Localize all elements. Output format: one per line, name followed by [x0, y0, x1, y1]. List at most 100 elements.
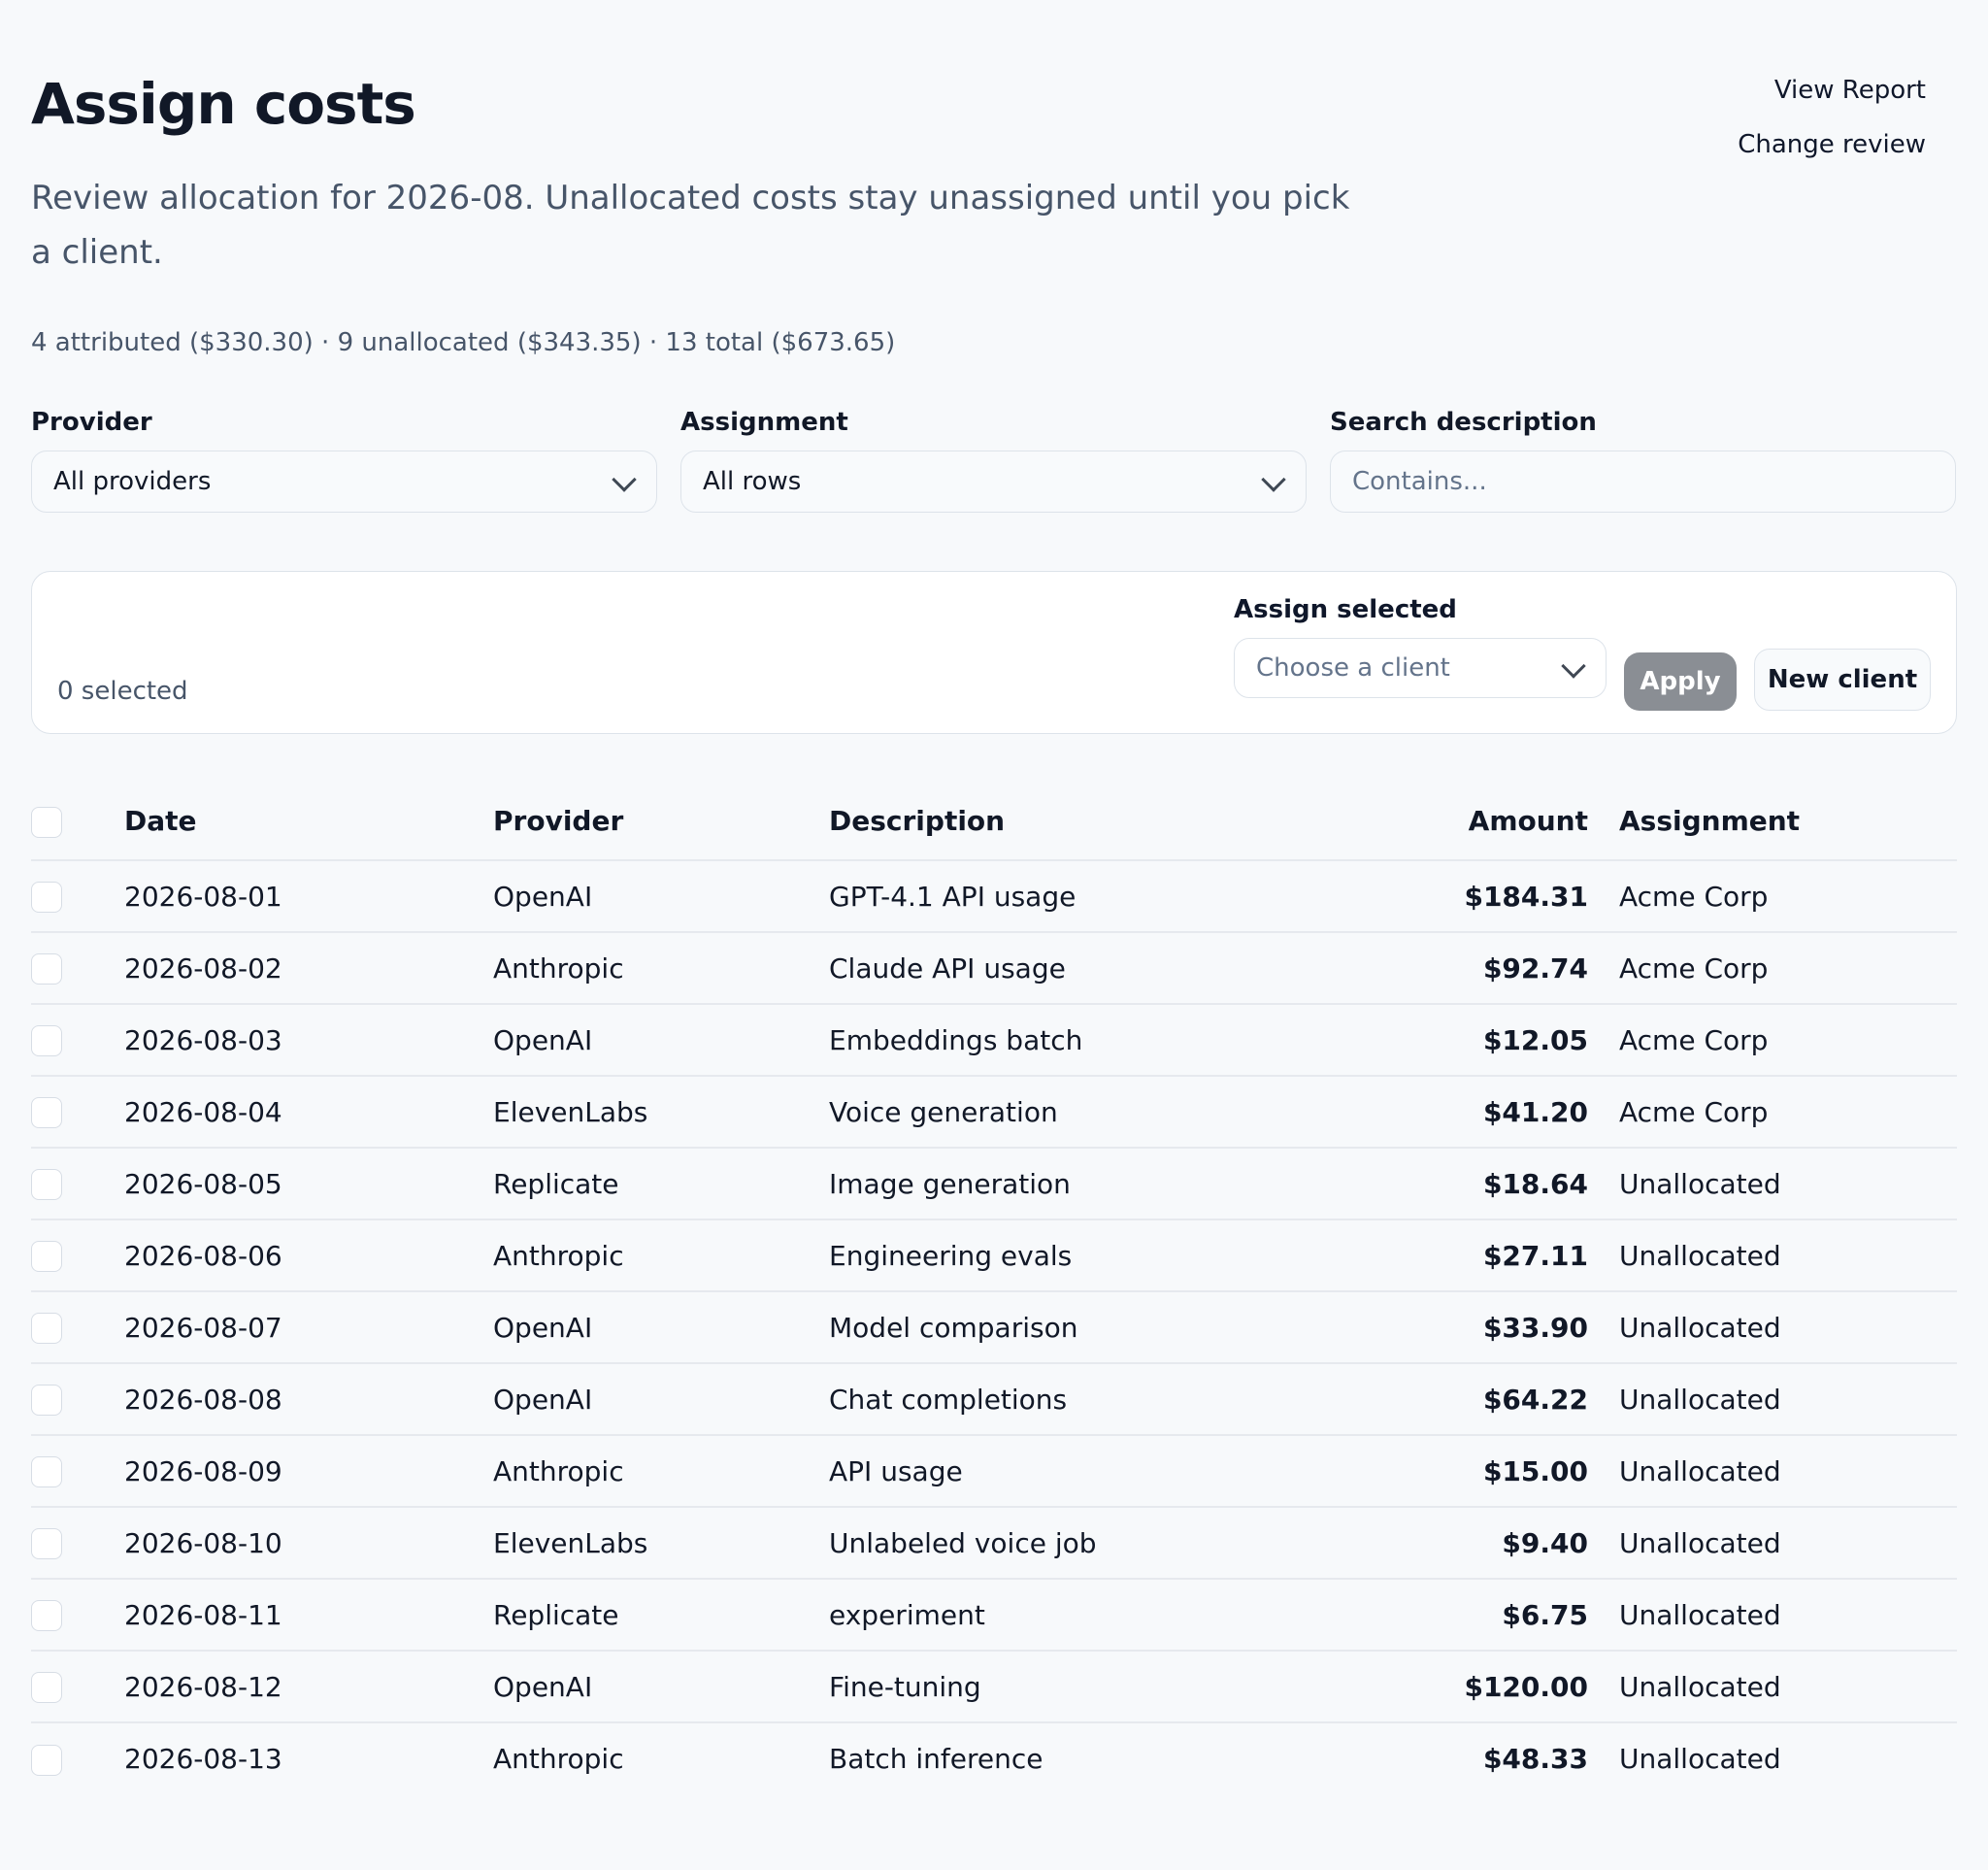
select-all-header	[31, 783, 124, 861]
row-provider: Anthropic	[493, 1743, 624, 1775]
row-amount: $9.40	[1285, 1507, 1619, 1580]
select-all-checkbox[interactable]	[31, 806, 62, 838]
table-row[interactable]: 2026-08-02 Anthropic Claude API usage $9…	[31, 932, 1957, 1005]
row-date: 2026-08-10	[124, 1507, 493, 1580]
table-row[interactable]: 2026-08-13 Anthropic Batch inference $48…	[31, 1722, 1957, 1794]
row-description: Claude API usage	[829, 932, 1285, 1005]
assignment-column-header[interactable]: Assignment	[1619, 783, 1957, 861]
row-date: 2026-08-07	[124, 1291, 493, 1364]
row-provider: ElevenLabs	[493, 1507, 829, 1580]
assign-selected-label: Assign selected	[1234, 595, 1457, 624]
amount-column-header[interactable]: Amount	[1285, 783, 1619, 861]
row-assignment: Unallocated	[1619, 1363, 1957, 1436]
row-provider: ElevenLabs	[493, 1076, 829, 1149]
row-amount: $41.20	[1285, 1076, 1619, 1149]
row-checkbox[interactable]	[31, 1025, 62, 1056]
row-date: 2026-08-03	[124, 1004, 493, 1077]
row-checkbox[interactable]	[31, 1600, 62, 1631]
row-provider: OpenAI	[493, 1363, 829, 1436]
row-checkbox-cell	[31, 1004, 124, 1077]
row-date: 2026-08-06	[124, 1219, 493, 1292]
row-description: Fine-tuning	[829, 1651, 1285, 1723]
row-date: 2026-08-09	[124, 1435, 493, 1508]
row-amount: $15.00	[1285, 1435, 1619, 1508]
row-date: 2026-08-01	[124, 860, 493, 933]
row-checkbox-cell	[31, 932, 124, 1005]
row-amount: $12.05	[1285, 1004, 1619, 1077]
provider-column-header[interactable]: Provider	[493, 783, 829, 861]
description-column-header[interactable]: Description	[829, 783, 1285, 861]
row-checkbox[interactable]	[31, 1385, 62, 1416]
provider-select-value: All providers	[53, 467, 212, 496]
row-checkbox[interactable]	[31, 1672, 62, 1703]
row-assignment: Unallocated	[1619, 1219, 1957, 1292]
row-provider: Anthropic	[493, 1219, 829, 1292]
header-actions: View Report Change review	[1738, 78, 1926, 157]
new-client-button[interactable]: New client	[1754, 649, 1931, 711]
row-provider: Replicate	[493, 1148, 829, 1220]
date-column-header[interactable]: Date	[124, 783, 493, 861]
table-row[interactable]: 2026-08-12 OpenAI Fine-tuning $120.00 Un…	[31, 1651, 1957, 1723]
assignment-select[interactable]: All rows	[680, 451, 1307, 513]
cost-summary: 4 attributed ($330.30) · 9 unallocated (…	[31, 328, 896, 357]
chevron-down-icon	[1261, 467, 1286, 492]
row-checkbox[interactable]	[31, 1313, 62, 1344]
row-checkbox[interactable]	[31, 1456, 62, 1487]
row-checkbox-cell	[31, 1435, 124, 1508]
row-description: Embeddings batch	[829, 1004, 1285, 1077]
row-date: 2026-08-13	[124, 1743, 282, 1775]
costs-table: Date Provider Description Amount Assignm…	[31, 783, 1957, 1794]
row-description: experiment	[829, 1579, 1285, 1652]
row-assignment: Unallocated	[1619, 1579, 1957, 1652]
row-provider: OpenAI	[493, 1291, 829, 1364]
table-row[interactable]: 2026-08-03 OpenAI Embeddings batch $12.0…	[31, 1004, 1957, 1077]
search-filter: Search description Contains...	[1330, 408, 1956, 513]
row-checkbox[interactable]	[31, 953, 62, 985]
change-review-link[interactable]: Change review	[1738, 132, 1926, 157]
provider-filter-label: Provider	[31, 408, 152, 437]
table-row[interactable]: 2026-08-06 Anthropic Engineering evals $…	[31, 1219, 1957, 1292]
row-date: 2026-08-11	[124, 1579, 493, 1652]
row-description: Batch inference	[829, 1743, 1044, 1775]
row-checkbox[interactable]	[31, 882, 62, 913]
row-description: Image generation	[829, 1148, 1285, 1220]
row-checkbox[interactable]	[31, 1241, 62, 1272]
row-amount: $33.90	[1285, 1291, 1619, 1364]
chevron-down-icon	[612, 467, 637, 492]
table-row[interactable]: 2026-08-07 OpenAI Model comparison $33.9…	[31, 1291, 1957, 1364]
assign-selected-group: Assign selected Choose a client	[1234, 595, 1607, 698]
row-description: Voice generation	[829, 1076, 1285, 1149]
search-description-input[interactable]: Contains...	[1330, 451, 1956, 513]
table-row[interactable]: 2026-08-08 OpenAI Chat completions $64.2…	[31, 1363, 1957, 1436]
view-report-link[interactable]: View Report	[1738, 78, 1926, 103]
row-amount: $120.00	[1285, 1651, 1619, 1723]
row-checkbox-cell	[31, 1219, 124, 1292]
assignment-filter-label: Assignment	[680, 408, 848, 437]
chevron-down-icon	[1561, 653, 1586, 679]
table-row[interactable]: 2026-08-04 ElevenLabs Voice generation $…	[31, 1076, 1957, 1149]
apply-button[interactable]: Apply	[1624, 652, 1737, 711]
row-assignment: Unallocated	[1619, 1507, 1957, 1580]
table-row[interactable]: 2026-08-11 Replicate experiment $6.75 Un…	[31, 1579, 1957, 1652]
row-provider: OpenAI	[493, 860, 829, 933]
row-description: Chat completions	[829, 1363, 1285, 1436]
client-select[interactable]: Choose a client	[1234, 638, 1607, 698]
row-amount: $18.64	[1285, 1148, 1619, 1220]
row-checkbox-cell	[31, 1363, 124, 1436]
row-date: 2026-08-08	[124, 1363, 493, 1436]
row-assignment: Acme Corp	[1619, 860, 1957, 933]
provider-filter: Provider All providers	[31, 408, 657, 513]
table-row[interactable]: 2026-08-09 Anthropic API usage $15.00 Un…	[31, 1435, 1957, 1508]
row-description: API usage	[829, 1435, 1285, 1508]
row-amount: $64.22	[1285, 1363, 1619, 1436]
row-checkbox[interactable]	[31, 1097, 62, 1128]
row-assignment: Unallocated	[1619, 1651, 1957, 1723]
row-checkbox[interactable]	[31, 1528, 62, 1559]
row-checkbox[interactable]	[31, 1169, 62, 1200]
row-checkbox[interactable]	[31, 1744, 62, 1776]
provider-select[interactable]: All providers	[31, 451, 657, 513]
table-row[interactable]: 2026-08-01 OpenAI GPT-4.1 API usage $184…	[31, 860, 1957, 933]
row-provider: Replicate	[493, 1579, 829, 1652]
table-row[interactable]: 2026-08-05 Replicate Image generation $1…	[31, 1148, 1957, 1220]
table-row[interactable]: 2026-08-10 ElevenLabs Unlabeled voice jo…	[31, 1507, 1957, 1580]
